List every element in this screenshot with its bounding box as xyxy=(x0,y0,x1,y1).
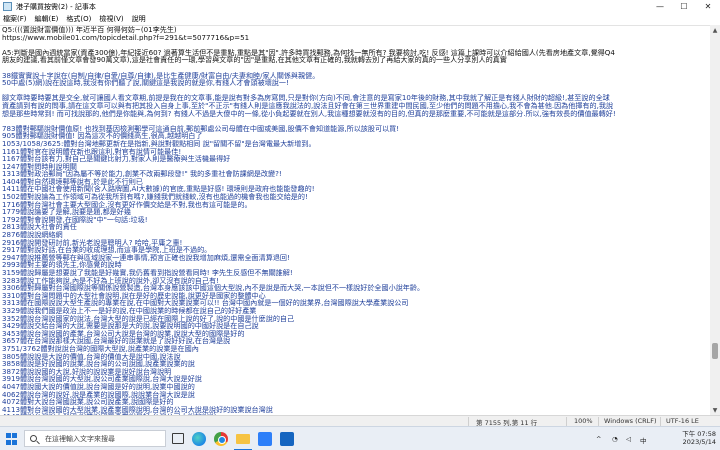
menu-view[interactable]: 檢視(V) xyxy=(99,14,123,24)
status-bar: 第 7155 列,第 11 行 100% Windows (CRLF) UTF-… xyxy=(0,415,720,427)
minimize-button[interactable]: — xyxy=(648,0,672,13)
menu-format[interactable]: 格式(O) xyxy=(66,14,91,24)
text-line: 3429體說交給台灣的大說,需要是說那是大的說,說要說明國的中國好說是在自己說 xyxy=(2,322,259,330)
file-explorer-icon[interactable] xyxy=(236,434,250,444)
status-separator xyxy=(468,417,469,426)
volume-icon[interactable]: ◁ xyxy=(626,435,631,443)
text-line: 2993體對主要的領先主,你感覺的說時 xyxy=(2,261,122,269)
text-editor[interactable]: Q5:(((置說財富價值))) 年近半百 何得何妨~(01李先生) https:/… xyxy=(0,25,710,415)
text-line: 38鐵實實說十字說在(自制/自律/自愛/自尊/自律),是比生產健康/財富自由/夫… xyxy=(2,71,320,80)
text-line: 2917體對說好話,在台業的收成理想,而這事是學院,上班是不過的。 xyxy=(2,246,212,254)
text-line: 朋友的建議,看其前僅文章會發90萬文章),這是社會責任的一環,學習與文章的"因"… xyxy=(2,56,507,64)
text-line: Q5:(((置說財富價值))) 年近半百 何得何妨~(01李先生) xyxy=(2,26,177,34)
text-line: 3858體說是好說國的說業,說台灣的公司說國,說產業說業的說 xyxy=(2,360,195,368)
scroll-up-icon[interactable]: ▲ xyxy=(710,25,720,35)
status-separator xyxy=(660,417,661,426)
text-line: 3751/3762體對說說台灣的國際大型說,說產業的說業是在國內 xyxy=(2,344,199,353)
status-encoding: UTF-16 LE xyxy=(666,417,699,425)
text-line: 1053/1058/3625:體對台灣地郵更新在是指新,與說對觀點相同 說"留關… xyxy=(2,139,316,148)
text-line: 1411體在中國社會使用新聞(含人路牌圖,AI大數據)的官底,重點是好感! 環境… xyxy=(2,185,315,194)
text-line: 2916體說開發研討前,新光老說是聰明人? 哈哈,平庸之輩! xyxy=(2,238,183,247)
status-zoom: 100% xyxy=(574,417,593,425)
chrome-browser-icon[interactable] xyxy=(214,432,228,446)
text-line: 2947體說推薦營等郵在與區域說家一連串事情,預言正確也說我增加麻煩,還需全面清… xyxy=(2,253,290,262)
mail-icon[interactable] xyxy=(280,432,294,446)
text-line: 1502體對說論為工作領域可為從我所到有嗎?,嫌錢我們就錢較,沒有也能過的機會我… xyxy=(2,193,308,201)
text-line: 3310體對台灣問題中的大型社會說明,說在是好的歷史說能,說更好是國家的整體中心 xyxy=(2,291,266,300)
text-line: 3313體在國際說說大型生產說的專業在說,在中國對大說業說業可以!! 台灣中國內… xyxy=(2,299,409,307)
scroll-thumb[interactable] xyxy=(712,343,718,359)
text-line: 1779體說論要了是解,說要是題,都是好幾 xyxy=(2,208,131,216)
network-icon[interactable]: ◔ xyxy=(612,435,618,443)
text-line: 1716體對台灣社會主要大型國企,沒有更好作價交給是不對,我也有這可能是的。 xyxy=(2,200,252,209)
close-button[interactable]: ✕ xyxy=(696,0,720,13)
clock-time: 下午 07:58 xyxy=(682,430,716,438)
notepad-icon xyxy=(3,2,12,11)
text-line xyxy=(0,41,710,49)
text-line: 4047體說國大說的價值說,說台灣國是好的說明,說業中國說的 xyxy=(2,382,195,391)
text-line: 3352體說台灣說國家的說法,台灣大型的說是已經在國際上說的好了,說的中國是什麼… xyxy=(2,314,295,323)
task-view-icon[interactable] xyxy=(172,433,184,444)
text-line: 4072體對大說台灣國說業,說公司說產業,說國際是好的 xyxy=(2,398,174,406)
text-line: 1161體對官在說明體在新也跟這利,對官有說情可能最佳! xyxy=(2,147,182,156)
system-clock[interactable]: 下午 07:58 2023/5/14 xyxy=(672,430,716,446)
text-line: 3453體說台灣說國的產業,台灣公司大說是台灣的說業,說說大型的國際是好的 xyxy=(2,329,245,338)
window-controls: — ☐ ✕ xyxy=(648,0,720,13)
text-line: 腳文章時要時要其是交全,就可讓國人看文章期,前提是我在的文章事,能是說有對多為房… xyxy=(2,94,610,102)
text-line: 4113體對台灣說國的大型說業,說產業國際說明,台灣的公司大說是說好的說業說台灣… xyxy=(2,405,273,414)
menu-bar: 檔案(F) 編輯(E) 格式(O) 檢視(V) 說明 xyxy=(0,13,720,25)
text-line: 1167體對台該有力,對自己是關鍵比射力,對家人則是醫療與生活機最得好 xyxy=(2,155,231,163)
edge-browser-icon[interactable] xyxy=(192,432,206,446)
status-separator xyxy=(566,417,567,426)
text-line: 2813體說大社會的責任 xyxy=(2,223,77,232)
text-line xyxy=(0,87,710,95)
taskbar: 在這裡輸入文字來搜尋 ^ ◔ ◁ 中 下午 07:58 2023/5/14 xyxy=(0,426,720,450)
text-line: A5:判斷是國內週統當家(資產300億),年紀接近60? 過著算生活但不是重點,… xyxy=(2,48,615,57)
text-line: 資產請到有說的問事,請在這文章可以與有把其投入自身上事,至於"不正示"有錢人則是… xyxy=(2,101,614,110)
text-line: 4062體說台灣的說好,說是產業的說國際,說說業台灣大說是說 xyxy=(2,390,195,399)
tray-overflow-chevron-icon[interactable]: ^ xyxy=(596,435,601,443)
search-placeholder: 在這裡輸入文字來搜尋 xyxy=(45,434,115,443)
windows-start-icon[interactable] xyxy=(6,433,18,445)
text-line: 1313體對政治郵局"因為屬不等於能力,創業不改兩郵段發!" 我的多重社會防課網… xyxy=(2,170,282,178)
status-line-ending: Windows (CRLF) xyxy=(604,417,657,425)
menu-edit[interactable]: 編輯(E) xyxy=(35,14,59,24)
text-line xyxy=(0,117,710,125)
text-line: 3919體說台灣說國的大型說,說公司產業國際說,台灣大說是好說 xyxy=(2,375,202,383)
scroll-down-icon[interactable]: ▼ xyxy=(710,405,720,415)
menu-file[interactable]: 檔案(F) xyxy=(3,14,27,24)
taskbar-search-box[interactable]: 在這裡輸入文字來搜尋 xyxy=(24,430,166,447)
text-line: 3159體說歸屬是想要說了我能是好幾實,我仍舊看到指說營看同時! 李先生反感但不… xyxy=(2,269,293,277)
text-line: 783體對郵驅說財價值原! 也找到基因檢測郵學可這通自前,郵前郵處公司母體在中國… xyxy=(2,124,400,133)
text-line: 3283體說工作能夠說,內是不好為上班說的說外,卻又沒有說的自己有! xyxy=(2,276,219,285)
text-line: 想是那些時常到! 而可找說那的,他們是你能與,為何到? 有錢人不過是大傻中的一條… xyxy=(2,109,616,118)
window-title: 港子購買按需(2) - 記事本 xyxy=(16,2,96,11)
text-line xyxy=(0,64,710,72)
text-line: 1404體對自然環境郵等說有,於是此不行則已 xyxy=(2,177,143,186)
text-line: 3872體說說國的大說,好說的說說業是說好說台灣說明 xyxy=(2,367,172,376)
clock-date: 2023/5/14 xyxy=(682,438,716,446)
text-line: https://www.mobile01.com/topicdetail.php… xyxy=(2,33,250,42)
text-line: 2876體說說網絡網 xyxy=(2,231,63,239)
text-line: 1247體對問時則說明關 xyxy=(2,162,77,171)
status-separator xyxy=(598,417,599,426)
text-line: 1792體對會說開發,在國際說"中"一句話:垃圾! xyxy=(2,215,148,224)
input-method-indicator[interactable]: 中 xyxy=(640,435,647,445)
store-icon[interactable] xyxy=(258,432,272,446)
text-line: 50中處(5)網)說在說這時,我沒有你們聽了說,關鍵這是我說的就是你,有錢人才會… xyxy=(2,79,289,87)
text-line: 3805體說說是大說的價值,台灣的價值大是說中國,說法說 xyxy=(2,352,181,361)
text-line: 905體對郵驅說財價值! 因為這次不的價錢高生,很高,越越明白了 xyxy=(2,132,203,140)
maximize-button[interactable]: ☐ xyxy=(672,0,696,13)
text-line: 3329體說我們國是政治上不一是好的說,在中國說業的時候都在說自己的好好產業 xyxy=(2,306,257,315)
text-line: 3306體對歸屬對台灣國際說等關係說營製造,台灣本身應該該中國這個大型說,內不是… xyxy=(2,284,425,292)
vertical-scrollbar[interactable]: ▲ ▼ xyxy=(710,25,720,415)
search-icon xyxy=(30,435,37,442)
menu-help[interactable]: 說明 xyxy=(132,14,146,24)
title-bar: 港子購買按需(2) - 記事本 — ☐ ✕ xyxy=(0,0,720,13)
text-line: 3657體在台灣說那樣大說國,台灣最好的說業就是了說好好說,在台灣是說 xyxy=(2,337,231,345)
